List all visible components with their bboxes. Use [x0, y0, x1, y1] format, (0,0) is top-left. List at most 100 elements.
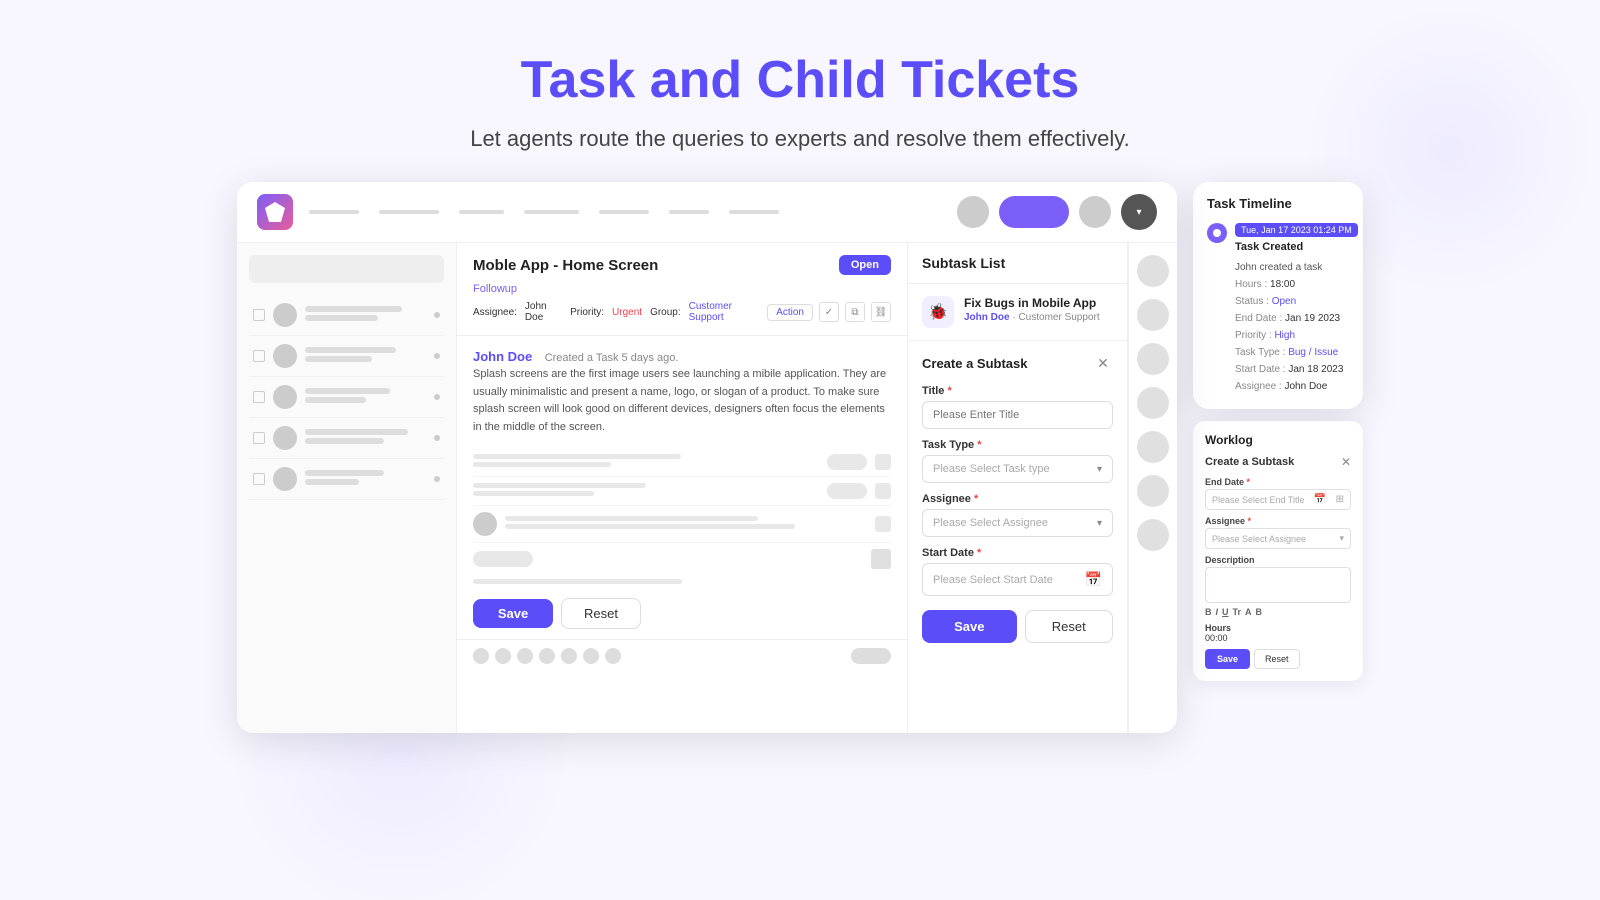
- nav-link-4[interactable]: [524, 210, 579, 214]
- wl-end-date-input[interactable]: Please Select End Title 📅 ⊞: [1205, 489, 1351, 510]
- item-content: [305, 347, 426, 365]
- save-button[interactable]: Save: [922, 610, 1017, 643]
- timeline-item: Tue, Jan 17 2023 01:24 PM Task Created J…: [1207, 223, 1349, 395]
- sidebar-circle-3[interactable]: [1137, 343, 1169, 375]
- nav-links: [309, 210, 941, 214]
- task-type-label-text: Task Type: [922, 439, 974, 451]
- font-color-button[interactable]: A: [1245, 607, 1252, 617]
- priority-value: Urgent: [612, 307, 642, 318]
- sidebar-search-bar: [249, 255, 444, 283]
- task-timeline-panel: Task Timeline Tue, Jan 17 2023 01:24 PM …: [1193, 182, 1363, 409]
- page-dot-3[interactable]: [517, 648, 533, 664]
- assignee-field: Assignee * Please Select Assignee ▾: [922, 493, 1113, 537]
- page-dot-7[interactable]: [605, 648, 621, 664]
- page-dot-2[interactable]: [495, 648, 511, 664]
- title-input[interactable]: [922, 401, 1113, 429]
- page-title: Task and Child Tickets: [0, 50, 1600, 110]
- nav-link-3[interactable]: [459, 210, 504, 214]
- sidebar-circle-6[interactable]: [1137, 475, 1169, 507]
- nav-link-1[interactable]: [309, 210, 359, 214]
- bold-button[interactable]: B: [1205, 607, 1212, 617]
- underline-button[interactable]: U: [1222, 607, 1229, 617]
- page-dot-5[interactable]: [561, 648, 577, 664]
- nav-link-6[interactable]: [669, 210, 709, 214]
- sidebar-circle-2[interactable]: [1137, 299, 1169, 331]
- ticket-list: [457, 448, 907, 588]
- page-dot-1[interactable]: [473, 648, 489, 664]
- checkbox[interactable]: [253, 473, 265, 485]
- close-button[interactable]: ✕: [1093, 353, 1113, 373]
- item-line-1: [305, 429, 408, 435]
- checkbox[interactable]: [253, 391, 265, 403]
- list-item[interactable]: [473, 506, 891, 543]
- app-content: Moble App - Home Screen Open Followup As…: [237, 243, 1177, 733]
- bold-alt-button[interactable]: B: [1256, 607, 1263, 617]
- list-item[interactable]: [473, 543, 891, 575]
- page-nav[interactable]: [851, 648, 891, 664]
- main-reset-button[interactable]: Reset: [561, 598, 641, 629]
- list-item[interactable]: [249, 295, 444, 336]
- chevron-down-icon: ▾: [1097, 464, 1102, 475]
- list-item[interactable]: [249, 377, 444, 418]
- timeline-event-title: Task Created: [1235, 241, 1358, 253]
- wl-description-box[interactable]: [1205, 567, 1351, 603]
- chevron-down-icon: ▾: [1136, 207, 1141, 218]
- nav-user-menu[interactable]: ▾: [1121, 194, 1157, 230]
- subtask-meta: John Doe · Customer Support: [964, 312, 1100, 323]
- placeholder-pill: [473, 551, 533, 567]
- sidebar-circle-1[interactable]: [1137, 255, 1169, 287]
- item-dot: [434, 435, 440, 441]
- wl-toolbar: B I U Tr A B: [1205, 607, 1351, 617]
- required-marker: *: [977, 547, 981, 559]
- avatar: [273, 467, 297, 491]
- list-item[interactable]: [473, 448, 891, 477]
- timeline-dot-column: [1207, 223, 1227, 395]
- nav-link-2[interactable]: [379, 210, 439, 214]
- sidebar-circle-5[interactable]: [1137, 431, 1169, 463]
- nav-avatar-1[interactable]: [957, 196, 989, 228]
- list-item[interactable]: [249, 418, 444, 459]
- check-icon-btn[interactable]: ✓: [819, 302, 839, 322]
- ticket-actions: Action ✓ ⧉ ⛓: [767, 302, 891, 322]
- start-date-picker[interactable]: Please Select Start Date 📅: [922, 563, 1113, 596]
- main-save-button[interactable]: Save: [473, 599, 553, 628]
- avatar: [273, 344, 297, 368]
- placeholder-row: [473, 575, 891, 588]
- italic-button[interactable]: I: [1216, 607, 1219, 617]
- nav-link-7[interactable]: [729, 210, 779, 214]
- link-icon-btn[interactable]: ⛓: [871, 302, 891, 322]
- list-item[interactable]: [473, 477, 891, 506]
- sidebar-circle-7[interactable]: [1137, 519, 1169, 551]
- nav-highlight-btn[interactable]: [999, 196, 1069, 228]
- timeline-assignee: Assignee : John Doe: [1235, 378, 1358, 395]
- checkbox[interactable]: [253, 432, 265, 444]
- page-dot-4[interactable]: [539, 648, 555, 664]
- copy-icon-btn[interactable]: ⧉: [845, 302, 865, 322]
- start-date-label-text: Start Date: [922, 547, 974, 559]
- task-type-value: Bug / Issue: [1288, 347, 1338, 358]
- title-label: Title *: [922, 385, 1113, 397]
- wl-save-button[interactable]: Save: [1205, 649, 1250, 669]
- checkbox[interactable]: [253, 350, 265, 362]
- sidebar-circle-4[interactable]: [1137, 387, 1169, 419]
- checkbox[interactable]: [253, 309, 265, 321]
- assignee-select[interactable]: Please Select Assignee ▾: [922, 509, 1113, 537]
- subtask-item[interactable]: 🐞 Fix Bugs in Mobile App John Doe · Cust…: [908, 284, 1127, 341]
- list-item[interactable]: [249, 336, 444, 377]
- required-marker: *: [977, 439, 981, 451]
- task-type-select[interactable]: Please Select Task type ▾: [922, 455, 1113, 483]
- wl-assignee-select[interactable]: Please Select Assignee ▾: [1205, 528, 1351, 549]
- nav-avatar-2[interactable]: [1079, 196, 1111, 228]
- timeline-dot-inner: [1213, 229, 1221, 237]
- assignee-label: Assignee:: [473, 307, 517, 318]
- action-button[interactable]: Action: [767, 304, 813, 321]
- reset-button[interactable]: Reset: [1025, 610, 1114, 643]
- nav-link-5[interactable]: [599, 210, 649, 214]
- list-item[interactable]: [249, 459, 444, 500]
- wl-reset-button[interactable]: Reset: [1254, 649, 1300, 669]
- worklog-close-button[interactable]: ✕: [1341, 455, 1351, 469]
- strikethrough-button[interactable]: Tr: [1233, 607, 1242, 617]
- logo-icon: [265, 202, 285, 222]
- app-logo[interactable]: [257, 194, 293, 230]
- page-dot-6[interactable]: [583, 648, 599, 664]
